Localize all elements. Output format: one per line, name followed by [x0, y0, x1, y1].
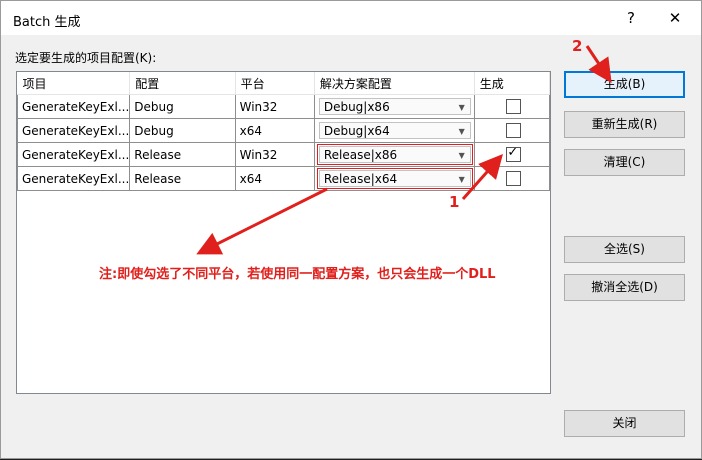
arrow-to-build-button	[585, 45, 612, 83]
annotation-arrows	[196, 45, 612, 255]
arrow-to-checkbox	[461, 154, 503, 200]
batch-build-dialog: Batch 生成 ? ✕ 选定要生成的项目配置(K): 项目 配置 平台 解决方…	[0, 0, 702, 459]
arrow-to-note	[196, 187, 328, 255]
